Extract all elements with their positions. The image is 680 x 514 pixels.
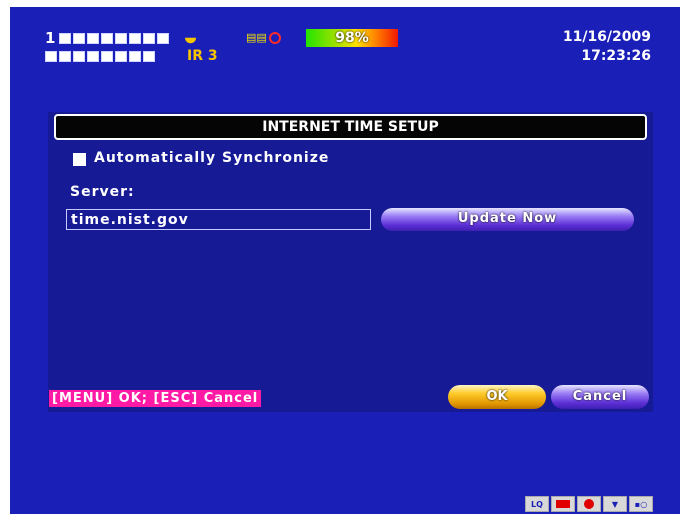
channel-box (115, 32, 128, 44)
date-display: 11/16/2009 (562, 29, 651, 45)
ir-label: IR 3 (187, 48, 218, 64)
channel-box (143, 32, 156, 44)
cancel-button[interactable]: Cancel (551, 385, 649, 409)
dialog-title: INTERNET TIME SETUP (54, 114, 647, 140)
alarm-icon (551, 496, 575, 512)
network-icon: ▪○ (629, 496, 653, 512)
channel-box (45, 50, 57, 62)
channel-box (87, 32, 100, 44)
channel-box (101, 50, 113, 62)
channel-box (73, 50, 85, 62)
channel-box (115, 50, 127, 62)
bottom-status-bar: LQ ▼ ▪○ (525, 496, 653, 512)
auto-sync-checkbox[interactable] (73, 153, 86, 166)
update-now-button[interactable]: Update Now (381, 208, 634, 231)
pin-icon: ⯋ (185, 31, 197, 47)
channel-box (129, 50, 141, 62)
storage-progress: 98% (306, 29, 398, 47)
server-label: Server: (70, 184, 135, 200)
channel-box (87, 50, 99, 62)
auto-sync-label[interactable]: Automatically Synchronize (94, 150, 329, 166)
channel-box (101, 32, 114, 44)
clock-icon (268, 31, 281, 44)
quality-icon: LQ (525, 496, 549, 512)
quality-label: LQ (531, 499, 543, 509)
record-icon (577, 496, 601, 512)
channel-box (73, 32, 86, 44)
channel-box (143, 50, 155, 62)
channel-prefix: 1 (45, 29, 56, 47)
time-display: 17:23:26 (581, 48, 651, 64)
key-hint: [MENU] OK; [ESC] Cancel (49, 390, 262, 407)
channel-box (59, 50, 71, 62)
channel-box (157, 32, 170, 44)
server-input[interactable]: time.nist.gov (66, 209, 371, 230)
storage-percent: 98% (335, 30, 369, 46)
hdd-icon: ▤▤ (246, 31, 267, 44)
channel-row-1: 1 (45, 29, 170, 47)
status-icons: ▤▤ (246, 31, 281, 44)
channel-box (59, 32, 72, 44)
channel-row-2 (45, 49, 155, 63)
ok-button[interactable]: OK (448, 385, 546, 409)
internet-time-dialog: INTERNET TIME SETUP Automatically Synchr… (48, 112, 653, 412)
channel-box (129, 32, 142, 44)
shield-icon: ▼ (603, 496, 627, 512)
